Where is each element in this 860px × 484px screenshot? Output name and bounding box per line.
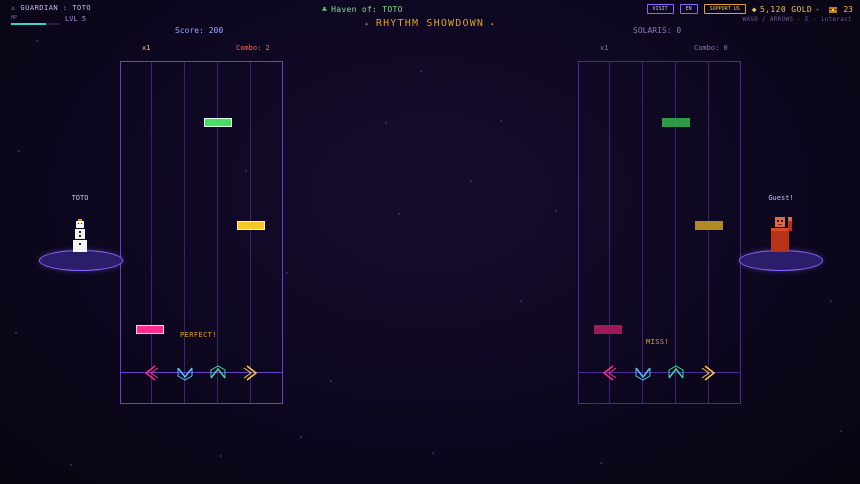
controls-hint: WASD / ARROWS - E - interact [742,16,852,23]
note-right [237,221,265,230]
game-title-text: RHYTHM SHOWDOWN [375,18,485,29]
star [470,180,472,182]
right-score: SOLARIS: 0 [633,26,682,35]
top-right-controls: VISIT EN SUPPORT US ◆ 5,120 GOLD - 23 [646,4,853,14]
language-button[interactable]: EN [679,4,698,14]
star [420,70,422,72]
lane-divider [609,62,610,403]
chest-icon [829,6,838,13]
left-combo: Combo: 2 [236,44,270,52]
star [220,455,222,457]
lane-divider [151,62,152,403]
sparkle-icon: ✦ [364,20,370,28]
up-arrow-receptor [210,365,226,379]
separator: - [815,4,821,14]
left-note-board [120,61,283,404]
sparkle-icon: ✦ [490,20,496,28]
star [15,332,17,334]
right-arrow-receptor [243,365,258,381]
lane-divider [184,62,185,403]
star [520,300,522,302]
star [600,462,602,464]
star [830,300,832,302]
right-note-board [578,61,741,404]
star [36,40,38,42]
left-multiplier: x1 [142,44,151,52]
right-multiplier: x1 [600,44,609,52]
left-score: Score: 200 [175,26,224,35]
lane-divider [250,62,251,403]
right-judgement: MISS! [646,338,670,346]
lane-divider [675,62,676,403]
lane-divider [217,62,218,403]
star [286,272,288,274]
star [385,122,387,124]
haven-label: ♣ Haven of: TOTO [322,5,403,14]
note-up [204,118,232,127]
star [300,436,302,438]
support-button[interactable]: SUPPORT US [703,4,746,14]
chest-count: 23 [843,4,853,14]
right-player-name: Guest! [768,194,794,202]
left-arrow-receptor [144,365,159,381]
up-arrow-receptor [668,365,684,379]
left-judgement: PERFECT! [180,331,217,339]
note-right [695,221,723,230]
star [500,120,502,122]
star [398,213,400,215]
down-arrow-receptor [635,367,651,381]
left-player-name: TOTO [71,194,89,202]
guardian-label: ⚔ GUARDIAN : TOTO [11,4,92,12]
left-arrow-receptor [602,365,617,381]
gold-amount: 5,120 GOLD [759,4,813,14]
lane-divider [708,62,709,403]
visit-button[interactable]: VISIT [646,4,674,14]
star [555,210,557,212]
sprout-icon: ♣ [322,5,328,14]
star [70,464,72,466]
note-up [662,118,690,127]
note-left [136,325,164,334]
star [432,452,434,454]
haven-text: Haven of: TOTO [331,5,403,14]
gold-counter: ◆ 5,120 GOLD - [752,5,824,14]
star [18,150,20,152]
game-title: ✦ RHYTHM SHOWDOWN ✦ [0,18,860,29]
gem-icon: ◆ [751,4,757,14]
down-arrow-receptor [177,367,193,381]
star [840,430,842,432]
lane-divider [642,62,643,403]
star [330,380,332,382]
guest-avatar [771,217,792,252]
right-combo: Combo: 0 [694,44,728,52]
note-left [594,325,622,334]
snowman-avatar [73,219,87,252]
right-arrow-receptor [701,365,716,381]
